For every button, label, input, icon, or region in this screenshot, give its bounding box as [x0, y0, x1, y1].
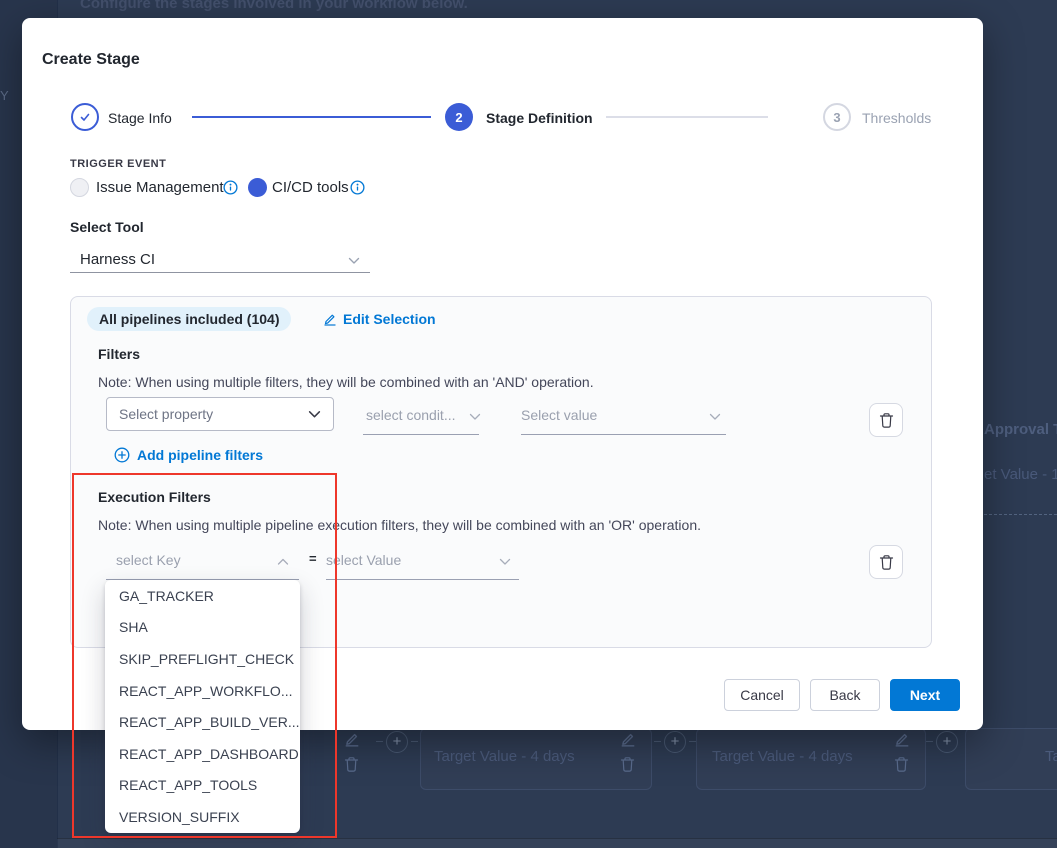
value-select-placeholder[interactable]: Select value	[521, 407, 597, 423]
add-pipeline-filters-label: Add pipeline filters	[137, 447, 263, 463]
edit-icon	[344, 731, 360, 752]
next-button[interactable]: Next	[890, 679, 960, 711]
dropdown-option[interactable]: GA_TRACKER	[105, 580, 300, 612]
dropdown-option[interactable]: REACT_APP_BUILD_VER...	[105, 706, 300, 738]
condition-select-underline	[363, 434, 479, 435]
dropdown-option[interactable]: REACT_APP_TOOLS	[105, 770, 300, 802]
tool-select-value[interactable]: Harness CI	[80, 251, 155, 268]
connector-dash	[411, 741, 418, 742]
dropdown-option[interactable]: SHA	[105, 612, 300, 644]
connector-dash	[926, 741, 933, 742]
add-stage-icon: +	[936, 731, 958, 753]
exec-value-select-placeholder[interactable]: select Value	[326, 552, 401, 568]
background-bottom-bar	[57, 838, 1057, 848]
check-icon	[78, 110, 92, 124]
radio-issue-management[interactable]	[70, 178, 89, 197]
background-target-value-fragment: et Value - 1	[984, 466, 1057, 483]
delete-execution-filter-button[interactable]	[869, 545, 903, 579]
value-select-underline	[521, 434, 726, 435]
equals-sign: =	[309, 551, 317, 566]
stage-card-label: Target Value - 4 days	[434, 748, 575, 765]
stage-card-label: Target Value - 4 days	[1045, 748, 1057, 765]
plus-circle-icon	[114, 447, 130, 463]
property-select-placeholder: Select property	[119, 406, 213, 422]
chevron-down-icon[interactable]	[469, 413, 481, 421]
delete-filter-button[interactable]	[869, 403, 903, 437]
info-icon[interactable]	[223, 180, 238, 195]
stepper-connector-done	[192, 116, 431, 118]
connector-dash	[654, 741, 661, 742]
key-select-placeholder[interactable]: select Key	[116, 552, 181, 568]
filters-heading: Filters	[98, 346, 140, 362]
back-button[interactable]: Back	[810, 679, 880, 711]
cancel-button[interactable]: Cancel	[724, 679, 800, 711]
step-2-label[interactable]: Stage Definition	[486, 110, 593, 126]
connector-dash	[376, 741, 383, 742]
background-dashed-divider	[984, 514, 1057, 515]
property-select[interactable]: Select property	[106, 397, 334, 431]
connector-dash	[689, 741, 696, 742]
select-tool-label: Select Tool	[70, 219, 144, 235]
radio-cicd-tools-label[interactable]: CI/CD tools	[272, 179, 349, 196]
info-icon[interactable]	[350, 180, 365, 195]
step-3-label[interactable]: Thresholds	[862, 110, 931, 126]
add-stage-icon: +	[386, 731, 408, 753]
trash-icon	[879, 412, 894, 429]
stage-card-label: Target Value - 4 days	[712, 748, 853, 765]
modal-title: Create Stage	[42, 51, 140, 69]
dropdown-option[interactable]: REACT_APP_DASHBOARD	[105, 738, 300, 770]
tool-select-underline	[70, 272, 370, 273]
radio-issue-management-label[interactable]: Issue Management	[96, 179, 224, 196]
step-1-label[interactable]: Stage Info	[108, 110, 172, 126]
condition-select-placeholder[interactable]: select condit...	[366, 407, 456, 423]
execution-filters-heading: Execution Filters	[98, 489, 211, 505]
background-stage-card	[965, 728, 1057, 790]
radio-cicd-tools[interactable]	[248, 178, 267, 197]
pipelines-included-badge: All pipelines included (104)	[87, 307, 291, 331]
step-1-indicator[interactable]	[71, 103, 99, 131]
trigger-event-label: TRIGGER EVENT	[70, 158, 166, 170]
dropdown-option[interactable]: REACT_APP_WORKFLO...	[105, 675, 300, 707]
key-options-dropdown: GA_TRACKERSHASKIP_PREFLIGHT_CHECKREACT_A…	[105, 580, 300, 833]
chevron-up-icon[interactable]	[277, 558, 289, 566]
trash-icon	[620, 756, 635, 778]
filters-note: Note: When using multiple filters, they …	[98, 374, 594, 390]
edit-icon	[323, 312, 337, 326]
step-3-indicator[interactable]: 3	[823, 103, 851, 131]
chevron-down-icon	[308, 410, 321, 419]
dropdown-option[interactable]: SKIP_PREFLIGHT_CHECK	[105, 643, 300, 675]
edit-selection-link[interactable]: Edit Selection	[323, 311, 436, 327]
edit-selection-label: Edit Selection	[343, 311, 436, 327]
background-subtitle: Configure the stages involved in your wo…	[80, 0, 468, 12]
chevron-down-icon[interactable]	[348, 257, 360, 265]
exec-value-select-underline	[326, 579, 519, 580]
edit-icon	[894, 731, 910, 752]
trash-icon	[344, 756, 359, 778]
chevron-down-icon[interactable]	[709, 413, 721, 421]
add-pipeline-filters-link[interactable]: Add pipeline filters	[114, 447, 263, 463]
stepper-connector-pending	[606, 116, 768, 118]
screen: Configure the stages involved in your wo…	[0, 0, 1057, 848]
background-left-fragment: Y	[0, 88, 9, 103]
trash-icon	[879, 554, 894, 571]
step-2-indicator[interactable]: 2	[445, 103, 473, 131]
execution-filters-note: Note: When using multiple pipeline execu…	[98, 517, 701, 533]
key-options-list: GA_TRACKERSHASKIP_PREFLIGHT_CHECKREACT_A…	[105, 580, 300, 833]
dropdown-option[interactable]: VERSION_SUFFIX	[105, 801, 300, 833]
add-stage-icon: +	[664, 731, 686, 753]
chevron-down-icon[interactable]	[499, 558, 511, 566]
trash-icon	[894, 756, 909, 778]
background-approval-heading: Approval Ti	[984, 421, 1057, 438]
edit-icon	[620, 731, 636, 752]
